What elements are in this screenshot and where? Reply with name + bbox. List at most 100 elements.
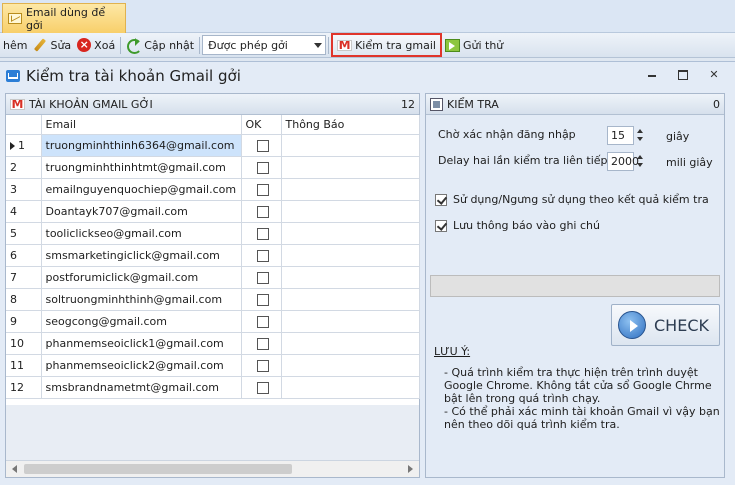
email-cell[interactable]: truongminhthinhtmt@gmail.com [41, 156, 242, 179]
ok-checkbox[interactable] [257, 161, 269, 174]
table-row[interactable]: 2 truongminhthinhtmt@gmail.com [6, 156, 420, 179]
email-cell[interactable]: Doantayk707@gmail.com [41, 200, 242, 223]
permission-select[interactable]: Được phép gởi [202, 35, 327, 55]
ok-checkbox[interactable] [257, 359, 269, 372]
row-number[interactable]: 12 [6, 376, 42, 399]
ok-checkbox[interactable] [257, 271, 269, 284]
table-row[interactable]: 6 smsmarketingiclick@gmail.com [6, 244, 420, 267]
ok-checkbox[interactable] [257, 315, 269, 328]
row-number[interactable]: 8 [6, 288, 42, 311]
scroll-right-icon[interactable] [408, 465, 413, 473]
email-cell[interactable]: smsbrandnametmt@gmail.com [41, 376, 242, 399]
email-cell[interactable]: seogcong@gmail.com [41, 310, 242, 333]
row-number[interactable]: 11 [6, 354, 42, 377]
login-wait-input[interactable]: 15 [607, 126, 634, 145]
row-number[interactable]: 9 [6, 310, 42, 333]
spin-up-icon[interactable] [637, 129, 643, 133]
ok-checkbox[interactable] [257, 227, 269, 240]
message-cell[interactable] [281, 266, 420, 289]
minimize-icon[interactable] [647, 70, 657, 80]
login-wait-spinner[interactable] [635, 126, 646, 145]
close-icon[interactable]: ✕ [709, 69, 719, 80]
email-cell[interactable]: soltruongminhthinh@gmail.com [41, 288, 242, 311]
chevron-down-icon [314, 42, 323, 48]
message-cell[interactable] [281, 376, 420, 399]
ok-checkbox[interactable] [257, 249, 269, 262]
save-note-option[interactable]: Lưu thông báo vào ghi chú [435, 219, 600, 232]
table-row[interactable]: 8 soltruongminhthinh@gmail.com [6, 288, 420, 311]
row-number[interactable]: 6 [6, 244, 42, 267]
message-cell[interactable] [281, 288, 420, 311]
horizontal-scrollbar[interactable] [6, 460, 419, 477]
spin-up-icon[interactable] [637, 155, 643, 159]
row-number[interactable]: 10 [6, 332, 42, 355]
message-cell[interactable] [281, 354, 420, 377]
window-controls: ✕ [647, 69, 719, 80]
table-row[interactable]: 7 postforumiclick@gmail.com [6, 266, 420, 289]
table-row[interactable]: 3 emailnguyenquochiep@gmail.com [6, 178, 420, 201]
email-cell[interactable]: truongminhthinh6364@gmail.com [41, 134, 242, 157]
use-result-checkbox[interactable] [435, 193, 447, 206]
row-number[interactable]: 1 [6, 134, 42, 157]
row-number-label: 3 [10, 182, 17, 196]
ok-checkbox[interactable] [257, 293, 269, 306]
delete-button[interactable]: × Xoá [74, 35, 118, 56]
message-cell[interactable] [281, 134, 420, 157]
table-row[interactable]: 1 truongminhthinh6364@gmail.com [6, 134, 420, 157]
message-cell[interactable] [281, 244, 420, 267]
message-cell[interactable] [281, 310, 420, 333]
email-cell[interactable]: postforumiclick@gmail.com [41, 266, 242, 289]
message-cell[interactable] [281, 332, 420, 355]
row-number[interactable]: 4 [6, 200, 42, 223]
message-cell[interactable] [281, 178, 420, 201]
ok-cell [241, 288, 282, 311]
edit-button[interactable]: Sửa [30, 35, 74, 56]
message-cell[interactable] [281, 222, 420, 245]
delay-spinner[interactable] [635, 152, 646, 171]
email-cell[interactable]: smsmarketingiclick@gmail.com [41, 244, 242, 267]
note-title: LƯU Ý: [434, 345, 471, 358]
row-number[interactable]: 3 [6, 178, 42, 201]
row-number[interactable]: 7 [6, 266, 42, 289]
use-result-option[interactable]: Sử dụng/Ngưng sử dụng theo kết quả kiểm … [435, 193, 709, 206]
column-header-ok[interactable]: OK [241, 115, 282, 135]
table-row[interactable]: 4 Doantayk707@gmail.com [6, 200, 420, 223]
table-row[interactable]: 9 seogcong@gmail.com [6, 310, 420, 333]
table-row[interactable]: 5 tooliclickseo@gmail.com [6, 222, 420, 245]
column-header-email[interactable]: Email [41, 115, 242, 135]
email-cell[interactable]: emailnguyenquochiep@gmail.com [41, 178, 242, 201]
check-gmail-button-label: Kiểm tra gmail [355, 38, 436, 52]
spin-down-icon[interactable] [637, 163, 643, 167]
row-number[interactable]: 2 [6, 156, 42, 179]
ok-checkbox[interactable] [257, 337, 269, 350]
check-gmail-button[interactable]: Kiểm tra gmail [331, 33, 442, 57]
email-cell[interactable]: tooliclickseo@gmail.com [41, 222, 242, 245]
message-cell[interactable] [281, 200, 420, 223]
table-row[interactable]: 12 smsbrandnametmt@gmail.com [6, 376, 420, 399]
table-header-row: Email OK Thông Báo [6, 115, 420, 135]
column-header-message[interactable]: Thông Báo [281, 115, 420, 135]
save-note-checkbox[interactable] [435, 219, 447, 232]
ok-checkbox[interactable] [257, 381, 269, 394]
row-number[interactable]: 5 [6, 222, 42, 245]
ok-checkbox[interactable] [257, 183, 269, 196]
table-row[interactable]: 10 phanmemseoiclick1@gmail.com [6, 332, 420, 355]
add-button-partial[interactable]: hêm [0, 35, 30, 56]
use-result-label: Sử dụng/Ngưng sử dụng theo kết quả kiểm … [453, 193, 709, 206]
update-button[interactable]: Cập nhật [123, 35, 197, 56]
message-cell[interactable] [281, 156, 420, 179]
send-test-button[interactable]: Gửi thử [442, 35, 506, 56]
scrollbar-thumb[interactable] [24, 464, 292, 474]
spin-down-icon[interactable] [637, 137, 643, 141]
check-button[interactable]: CHECK [611, 304, 720, 346]
scroll-left-icon[interactable] [12, 465, 17, 473]
gmail-icon [10, 98, 25, 110]
email-cell[interactable]: phanmemseoiclick1@gmail.com [41, 332, 242, 355]
ribbon-tab-sender-email[interactable]: Email dùng để gởi [2, 3, 126, 33]
table-row[interactable]: 11 phanmemseoiclick2@gmail.com [6, 354, 420, 377]
maximize-icon[interactable] [678, 70, 688, 80]
ok-checkbox[interactable] [257, 205, 269, 218]
email-cell[interactable]: phanmemseoiclick2@gmail.com [41, 354, 242, 377]
ok-checkbox[interactable] [257, 139, 269, 152]
delay-input[interactable]: 2000 [607, 152, 639, 171]
